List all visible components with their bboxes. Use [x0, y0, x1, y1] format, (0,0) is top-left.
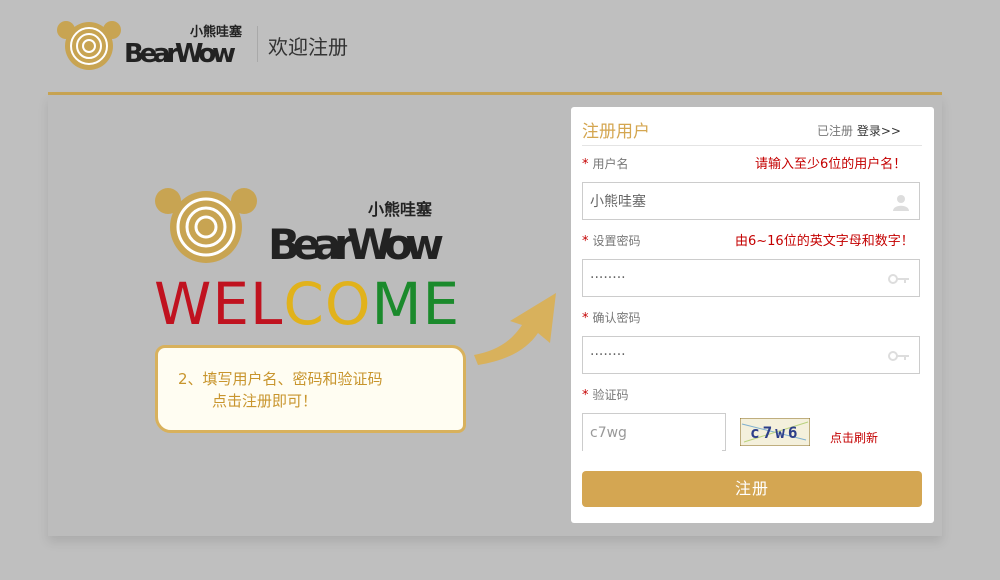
welcome-letter: O — [324, 270, 372, 338]
captcha-field[interactable] — [582, 413, 726, 452]
username-field[interactable] — [582, 182, 920, 220]
svg-text:小熊哇塞: 小熊哇塞 — [190, 24, 243, 40]
password-tip: 由6~16位的英文字母和数字！ — [735, 234, 914, 249]
note-line-2: 点击注册即可！ — [212, 392, 318, 410]
bearwow-logo-large: 小熊哇塞 BearWow — [155, 188, 444, 265]
welcome-letter: E — [212, 270, 251, 338]
captcha-label: * 验证码 — [582, 388, 629, 403]
welcome-letter: L — [250, 270, 284, 338]
welcome-letter: E — [422, 270, 461, 338]
register-button[interactable]: 注册 — [582, 471, 922, 507]
svg-text:小熊哇塞: 小熊哇塞 — [368, 200, 433, 219]
page-header: 小熊哇塞 BearWow 欢迎注册 — [0, 0, 1000, 92]
captcha-refresh-link[interactable]: 点击刷新 — [830, 429, 878, 446]
welcome-letter: W — [154, 270, 213, 338]
header-divider — [257, 26, 258, 62]
svg-text:BearWow: BearWow — [268, 220, 444, 265]
username-input[interactable] — [583, 183, 880, 219]
svg-text:c7w6: c7w6 — [750, 423, 801, 442]
form-title-divider — [582, 145, 922, 146]
form-title: 注册用户 — [582, 122, 650, 142]
confirm-password-label: * 确认密码 — [582, 311, 641, 326]
arrow-icon — [474, 293, 556, 365]
password-label: * 设置密码 — [582, 234, 641, 249]
bearwow-logo-small[interactable]: 小熊哇塞 BearWow — [54, 16, 244, 72]
password-input[interactable] — [583, 260, 880, 296]
key-icon — [888, 274, 909, 284]
welcome-letter: M — [371, 270, 423, 338]
confirm-password-input[interactable] — [583, 337, 880, 373]
key-icon — [888, 351, 909, 361]
login-hint: 已注册 登录>> — [817, 122, 901, 139]
password-field[interactable] — [582, 259, 920, 297]
username-tip: 请输入至少6位的用户名！ — [755, 157, 907, 172]
page-title: 欢迎注册 — [268, 35, 348, 59]
captcha-input[interactable] — [583, 414, 722, 452]
welcome-letter: C — [283, 270, 325, 338]
register-form-card: 注册用户 已注册 登录>> *用户名 请输入至少6位的用户名！ *设置密码 由6… — [571, 107, 934, 523]
username-label: * 用户名 — [582, 157, 629, 172]
user-icon — [893, 195, 909, 211]
note-line-1: 2、填写用户名、密码和验证码 — [178, 370, 383, 388]
welcome-heading: WELCOME — [154, 270, 460, 338]
instruction-note: 2、填写用户名、密码和验证码 点击注册即可！ — [155, 345, 466, 433]
login-link[interactable]: 登录>> — [857, 124, 901, 138]
confirm-password-field[interactable] — [582, 336, 920, 374]
captcha-image[interactable]: c7w6 — [740, 418, 810, 446]
already-registered-text: 已注册 — [817, 124, 854, 138]
svg-text:BearWow: BearWow — [124, 39, 236, 69]
